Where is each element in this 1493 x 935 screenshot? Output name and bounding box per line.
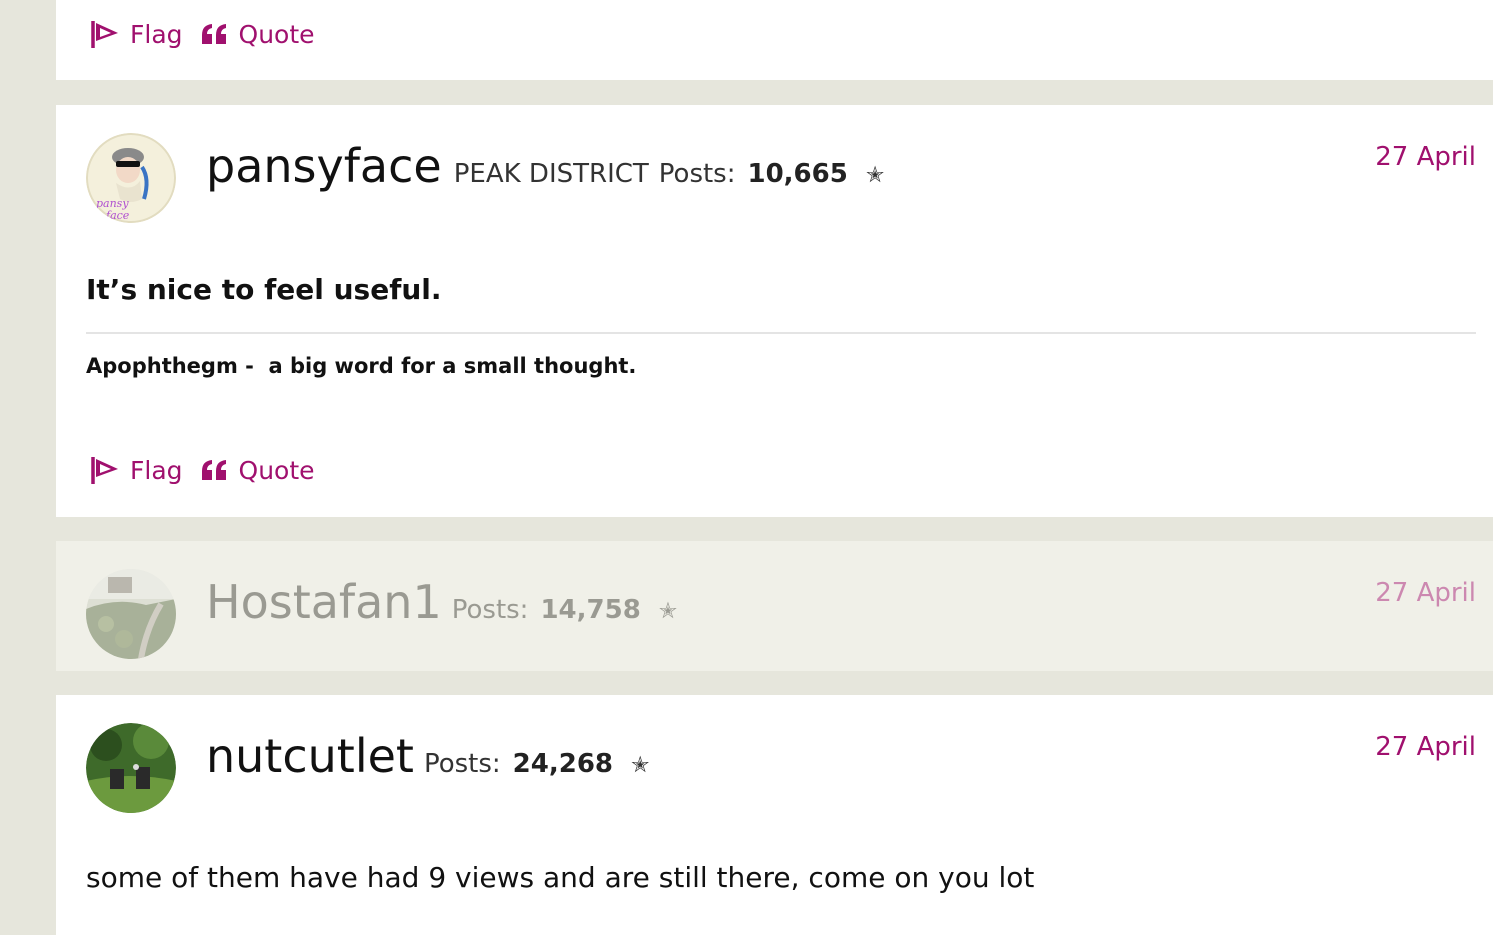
quote-button[interactable]: Quote: [201, 20, 315, 49]
svg-text:face: face: [105, 209, 130, 222]
post-card: pansy face pansyface PEAK DISTRICT Posts…: [56, 105, 1493, 517]
flag-button[interactable]: Flag: [90, 455, 183, 485]
post-card: nutcutlet Posts: 24,268 ✭ 27 April some …: [56, 695, 1493, 935]
flag-icon: [90, 19, 120, 49]
posts-count: 14,758: [540, 595, 641, 625]
posts-count: 24,268: [512, 749, 614, 779]
previous-post-card: Flag Quote: [56, 0, 1493, 80]
post-column: Flag Quote pansy face pansyface PEAK DIS…: [56, 0, 1493, 935]
user-location: PEAK DISTRICT: [453, 159, 649, 189]
star-icon: ✭: [658, 599, 678, 624]
username[interactable]: nutcutlet: [206, 729, 414, 783]
signature-divider: [86, 332, 1476, 334]
quote-button[interactable]: Quote: [201, 456, 315, 485]
username[interactable]: Hostafan1: [206, 575, 442, 629]
quote-icon: [201, 23, 229, 45]
user-signature: Apophthegm - a big word for a small thou…: [86, 354, 637, 378]
quote-icon: [201, 459, 229, 481]
flag-icon: [90, 455, 120, 485]
star-icon: ✭: [631, 753, 650, 778]
post-actions: Flag Quote: [90, 453, 315, 487]
quote-label: Quote: [238, 455, 315, 485]
username[interactable]: pansyface: [206, 139, 442, 193]
user-info: nutcutlet Posts: 24,268 ✭: [206, 729, 649, 783]
post-date[interactable]: 27 April: [1375, 142, 1476, 172]
flag-label: Flag: [130, 455, 183, 485]
quote-label: Quote: [238, 19, 315, 49]
avatar[interactable]: [86, 569, 176, 659]
post-body: It’s nice to feel useful.: [86, 273, 442, 306]
post-date[interactable]: 27 April: [1375, 732, 1476, 762]
post-card-collapsed[interactable]: Hostafan1 Posts: 14,758 ✭ 27 April: [56, 541, 1493, 671]
avatar[interactable]: [86, 723, 176, 813]
flag-button[interactable]: Flag: [90, 19, 183, 49]
flag-label: Flag: [130, 19, 183, 49]
post-body: some of them have had 9 views and are st…: [86, 861, 1035, 894]
avatar[interactable]: pansy face: [86, 133, 176, 223]
posts-label: Posts:: [658, 159, 736, 189]
posts-label: Posts:: [451, 595, 529, 625]
user-info: pansyface PEAK DISTRICT Posts: 10,665 ✭: [206, 139, 884, 193]
user-info: Hostafan1 Posts: 14,758 ✭: [206, 575, 677, 629]
posts-count: 10,665: [747, 159, 848, 189]
post-date[interactable]: 27 April: [1375, 578, 1476, 608]
post-actions: Flag Quote: [90, 17, 315, 51]
posts-label: Posts:: [423, 749, 501, 779]
star-icon: ✭: [865, 163, 885, 188]
